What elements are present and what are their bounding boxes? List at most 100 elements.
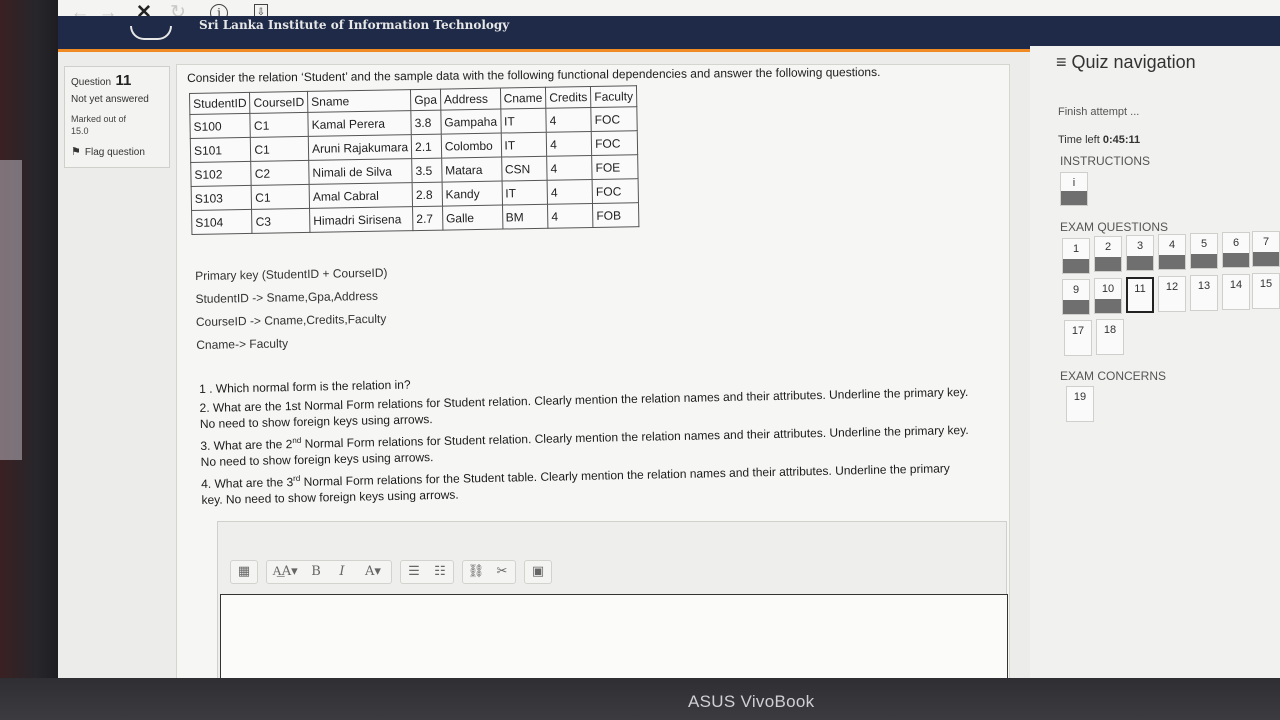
question-nav-button[interactable]: 7	[1252, 231, 1280, 267]
table-cell: IT	[500, 108, 547, 134]
question-nav-label: 19	[1073, 391, 1087, 403]
dependency-line: Primary key (StudentID + CourseID)	[195, 265, 388, 283]
answered-indicator	[1061, 191, 1087, 205]
marks-label: Marked out of	[71, 114, 127, 124]
column-header: Credits	[545, 86, 592, 109]
question-nav-button[interactable]: 19	[1066, 386, 1094, 422]
sub-question-3-start: 3. What are the 2	[200, 437, 293, 453]
exam-questions-heading: EXAM QUESTIONS	[1060, 220, 1169, 234]
bullet-list-icon[interactable]: ☰	[401, 561, 427, 583]
question-nav-label: 17	[1071, 325, 1085, 337]
insert-image-icon[interactable]: ▣	[525, 561, 551, 583]
answered-indicator	[1095, 257, 1121, 271]
table-cell: IT	[500, 132, 547, 158]
question-nav-button[interactable]: 2	[1094, 236, 1122, 272]
question-nav-label: 14	[1229, 279, 1243, 291]
table-cell: 2.8	[412, 182, 443, 207]
table-cell: FOC	[591, 106, 638, 132]
question-nav-button-current[interactable]: 11	[1126, 277, 1154, 313]
numbered-list-icon[interactable]: ☷	[427, 561, 453, 583]
site-title[interactable]: Sri Lanka Institute of Information Techn…	[199, 18, 509, 32]
table-cell: Aruni Rajakumara	[308, 134, 412, 161]
question-nav-button[interactable]: 15	[1252, 273, 1280, 309]
question-number-line: Question 11	[71, 72, 163, 90]
background-light-strip	[0, 160, 22, 460]
table-cell: 3.5	[411, 158, 442, 183]
table-cell: CSN	[501, 156, 548, 182]
instructions-button[interactable]: i	[1060, 172, 1088, 206]
question-nav-button[interactable]: 12	[1158, 276, 1186, 312]
question-nav-button[interactable]: 17	[1064, 320, 1092, 356]
italic-icon[interactable]: I	[329, 561, 355, 583]
link-icon[interactable]: ⛓	[463, 561, 489, 583]
table-cell: IT	[501, 180, 548, 206]
question-nav-button[interactable]: 9	[1062, 279, 1090, 315]
question-nav-label: 3	[1136, 240, 1144, 252]
question-nav-label: 1	[1072, 243, 1080, 255]
sub-questions: 1 . Which normal form is the relation in…	[199, 365, 972, 511]
flag-question-button[interactable]: ⚑ Flag question	[71, 145, 163, 158]
table-cell: FOB	[592, 202, 639, 228]
question-content: Consider the relation ‘Student’ and the …	[176, 64, 1010, 700]
table-cell: Amal Cabral	[309, 182, 413, 209]
question-nav-label: 12	[1165, 281, 1179, 293]
table-cell: C1	[250, 136, 309, 162]
laptop-brand-label: ASUS VivoBook	[688, 692, 815, 711]
table-cell: Himadri Sirisena	[309, 206, 414, 233]
laptop-left-bezel	[0, 0, 62, 720]
question-label: Question	[71, 77, 112, 88]
question-nav-button[interactable]: 6	[1222, 232, 1250, 268]
question-nav-button[interactable]: 4	[1158, 234, 1186, 270]
functional-dependencies: Primary key (StudentID + CourseID) Stude…	[195, 266, 389, 361]
quiz-navigation-label: Quiz navigation	[1071, 52, 1196, 72]
table-cell: C2	[251, 160, 310, 186]
instructions-heading: INSTRUCTIONS	[1060, 154, 1150, 168]
answered-indicator	[1253, 252, 1279, 266]
toolbar-toggle-icon[interactable]: ▦	[231, 561, 257, 583]
table-cell: S100	[189, 113, 251, 139]
font-color-icon[interactable]: A▾	[355, 561, 391, 583]
instructions-button-label: i	[1072, 177, 1076, 189]
laptop-bottom-bezel: ASUS VivoBook	[0, 678, 1280, 720]
question-nav-button[interactable]: 3	[1126, 235, 1154, 271]
time-left: Time left 0:45:11	[1058, 134, 1140, 146]
flag-question-label: Flag question	[84, 147, 145, 158]
dependency-line: Cname-> Faculty	[196, 336, 289, 352]
bold-icon[interactable]: B	[303, 561, 329, 583]
column-header: Address	[440, 88, 501, 111]
column-header: Gpa	[410, 89, 441, 111]
institute-logo-icon[interactable]	[130, 26, 172, 40]
sub-question-3-ordinal: nd	[292, 435, 302, 446]
quiz-navigation-title: ≡ Quiz navigation	[1056, 52, 1196, 73]
table-cell: FOC	[592, 178, 639, 204]
paragraph-style-icon[interactable]: A͟A▾	[267, 561, 303, 583]
table-cell: C1	[250, 112, 309, 138]
question-nav-button[interactable]: 13	[1190, 275, 1218, 311]
question-nav-button[interactable]: 1	[1062, 238, 1090, 274]
table-cell: 3.8	[410, 110, 442, 135]
quiz-navigation-panel: ≡ Quiz navigation Finish attempt ... Tim…	[1030, 46, 1280, 700]
table-cell: Galle	[442, 205, 503, 231]
column-header: Cname	[499, 87, 547, 110]
marks-value: 15.0	[71, 126, 89, 136]
student-relation-table: StudentID CourseID Sname Gpa Address Cna…	[189, 85, 640, 235]
question-marks: Marked out of 15.0	[71, 113, 163, 137]
column-header: Sname	[307, 89, 411, 113]
question-nav-button[interactable]: 18	[1096, 319, 1124, 355]
answered-indicator	[1191, 254, 1217, 268]
unlink-icon[interactable]: ✂	[489, 561, 515, 583]
question-nav-button[interactable]: 14	[1222, 274, 1250, 310]
menu-icon[interactable]: ≡	[1056, 52, 1067, 72]
question-nav-label: 15	[1259, 278, 1273, 290]
question-info-block: Question 11 Not yet answered Marked out …	[64, 66, 170, 168]
question-nav-label: 11	[1134, 283, 1146, 295]
time-left-value: 0:45:11	[1102, 134, 1141, 146]
question-nav-button[interactable]: 5	[1190, 233, 1218, 269]
finish-attempt-link[interactable]: Finish attempt ...	[1058, 106, 1139, 118]
question-nav-button[interactable]: 10	[1094, 278, 1122, 314]
table-cell: 2.1	[411, 134, 442, 159]
answered-indicator	[1159, 255, 1185, 269]
answered-indicator	[1095, 299, 1121, 313]
table-cell: Kandy	[441, 181, 503, 207]
dependency-line: StudentID -> Sname,Gpa,Address	[195, 288, 379, 306]
